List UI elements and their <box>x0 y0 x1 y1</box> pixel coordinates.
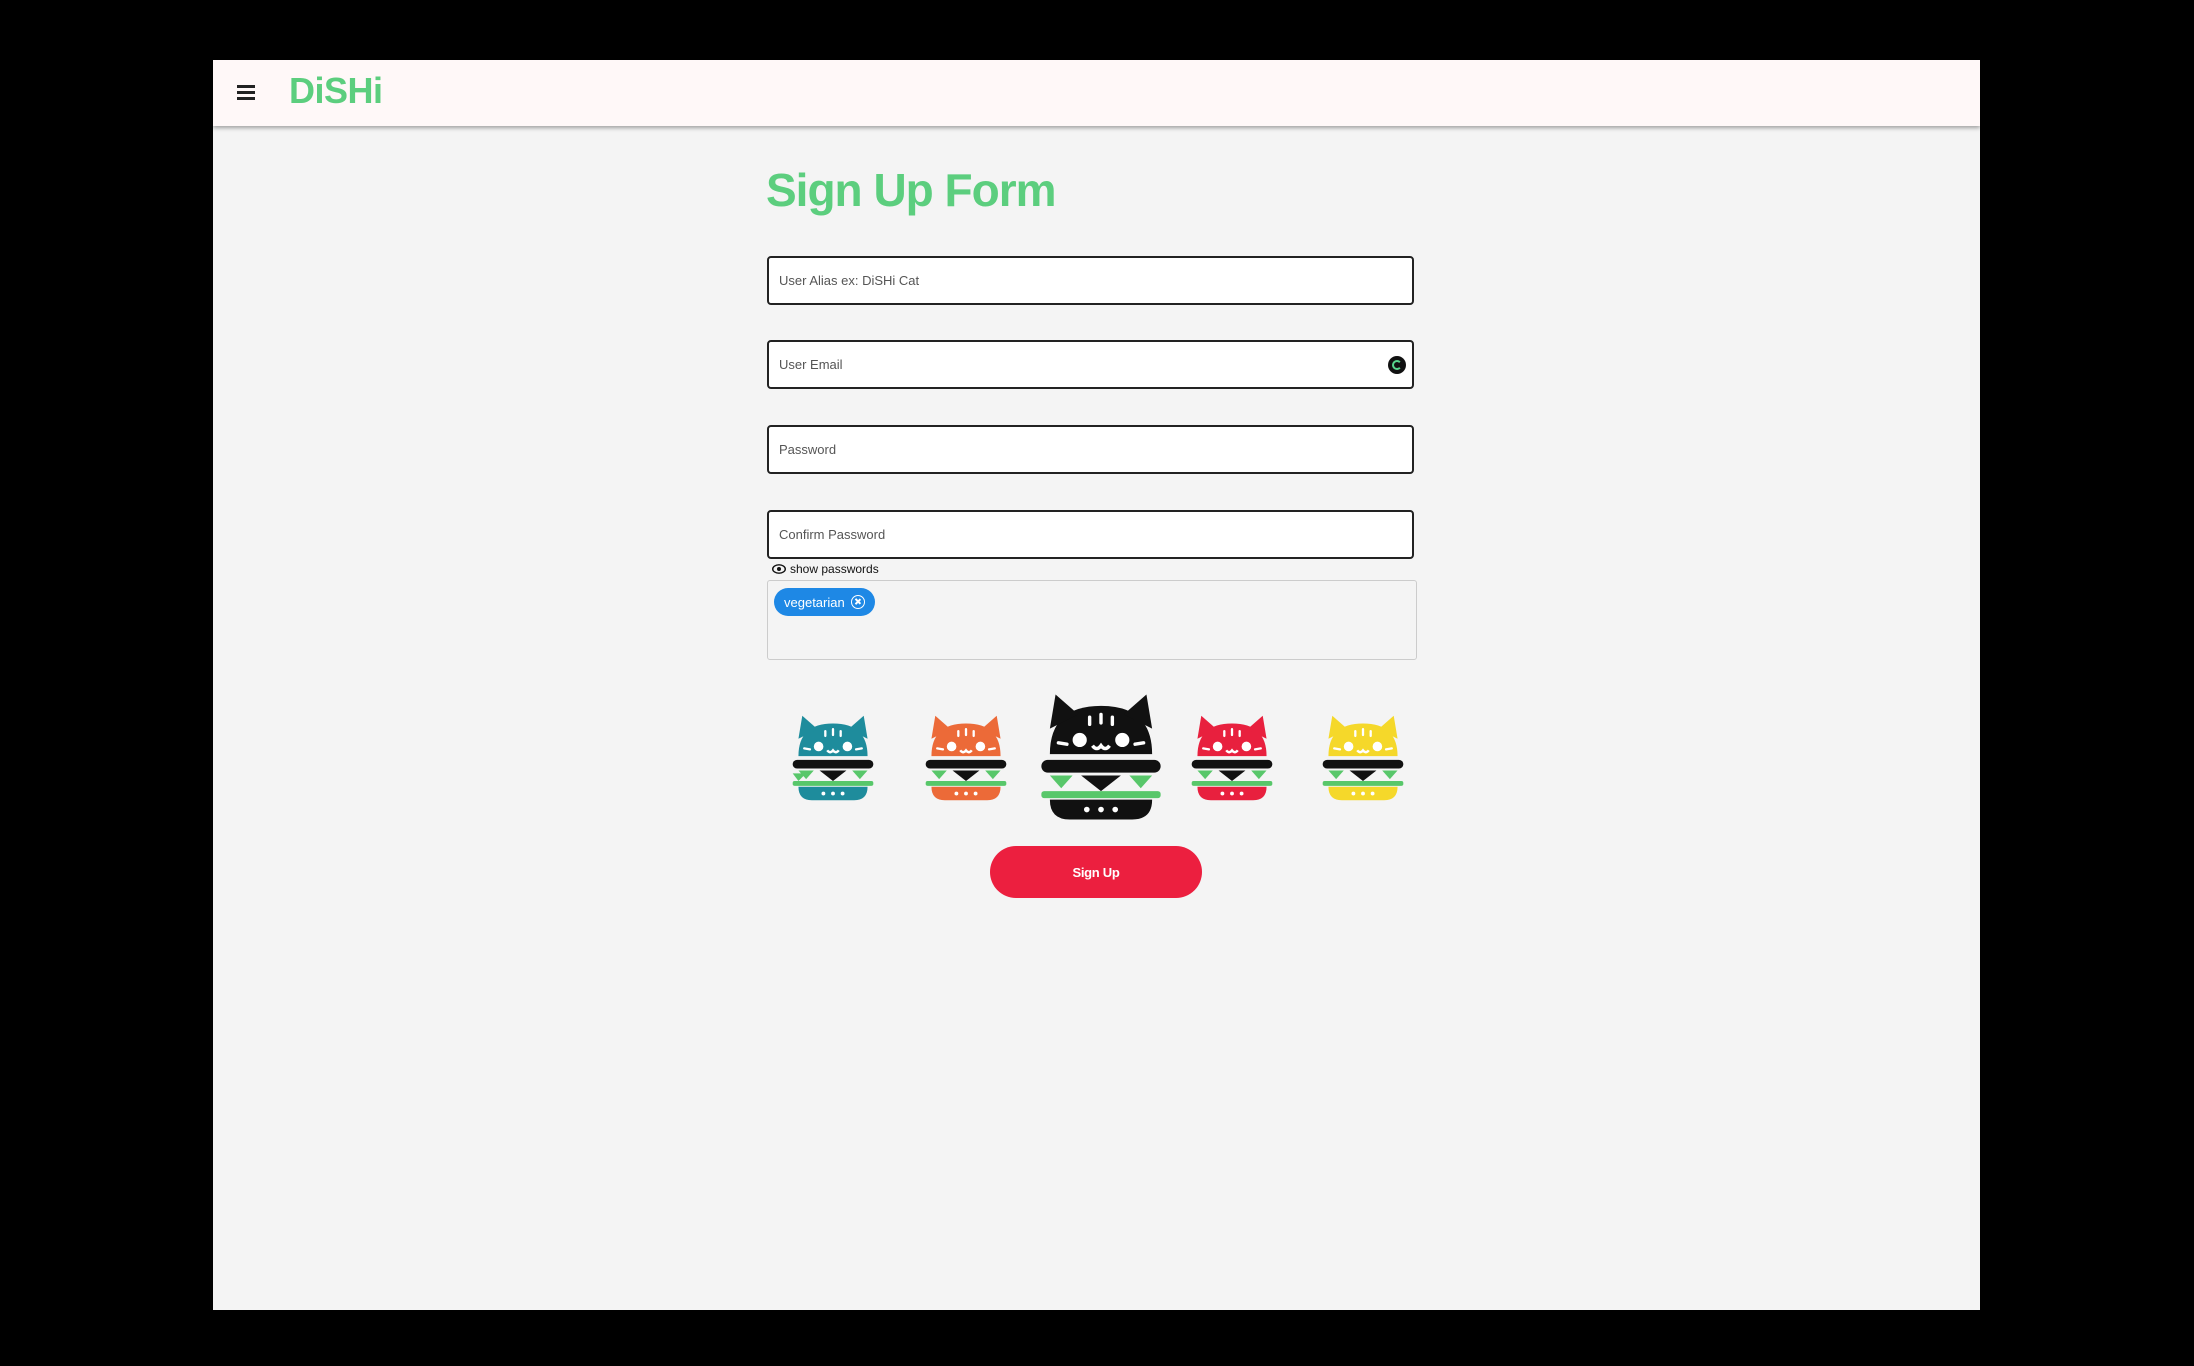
hamburger-menu-icon[interactable] <box>235 82 257 104</box>
dietary-tags-input[interactable]: vegetarian <box>767 580 1417 660</box>
user-email-field <box>767 340 1414 389</box>
password-input[interactable] <box>769 427 1412 472</box>
show-passwords-toggle[interactable]: show passwords <box>772 562 879 576</box>
teal-cat-burger-icon[interactable] <box>785 710 881 806</box>
show-passwords-label: show passwords <box>790 562 879 576</box>
tag-chip-vegetarian[interactable]: vegetarian <box>774 588 875 616</box>
user-alias-field <box>767 256 1414 305</box>
confirm-password-input[interactable] <box>769 512 1412 557</box>
eye-icon <box>772 564 786 574</box>
remove-tag-icon[interactable] <box>850 595 865 609</box>
app-window: DiSHi Sign Up Form show passwords vegeta… <box>213 60 1980 1310</box>
page-title: Sign Up Form <box>766 164 1057 216</box>
yellow-cat-burger-icon[interactable] <box>1315 710 1411 806</box>
sign-up-button[interactable]: Sign Up <box>990 846 1202 898</box>
user-email-input[interactable] <box>769 342 1412 387</box>
autofill-extension-icon[interactable] <box>1388 356 1406 374</box>
user-alias-input[interactable] <box>769 258 1412 303</box>
tag-chip-label: vegetarian <box>784 594 845 610</box>
brand-logo[interactable]: DiSHi <box>289 70 383 112</box>
password-field <box>767 425 1414 474</box>
black-cat-burger-icon-selected[interactable] <box>1030 686 1172 828</box>
orange-cat-burger-icon[interactable] <box>918 710 1014 806</box>
red-cat-burger-icon[interactable] <box>1184 710 1280 806</box>
confirm-password-field <box>767 510 1414 559</box>
top-app-bar: DiSHi <box>213 60 1980 126</box>
